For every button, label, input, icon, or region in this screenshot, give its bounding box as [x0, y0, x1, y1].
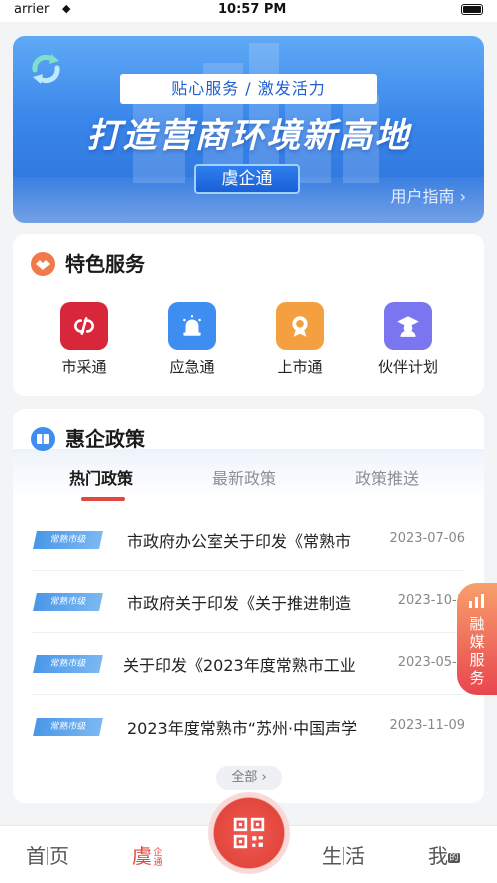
tab-hot-policy[interactable]: 热门政策	[69, 465, 133, 489]
tab-home-char: 页	[49, 844, 69, 868]
section-title: 特色服务	[65, 252, 145, 276]
battery-icon	[461, 4, 483, 15]
service-shangshitong[interactable]: 上市通	[255, 302, 345, 377]
refresh-logo-icon	[32, 54, 60, 84]
wifi-icon: ◆	[62, 2, 71, 15]
service-shicaitong[interactable]: 市采通	[39, 302, 129, 377]
service-label: 伙伴计划	[377, 358, 438, 376]
policy-date: 2023-11-09	[389, 718, 465, 733]
alarm-icon	[168, 302, 216, 350]
service-partner-plan[interactable]: 伙伴计划	[363, 302, 453, 377]
service-label: 应急通	[169, 358, 215, 376]
clock: 10:57 PM	[218, 2, 287, 17]
policy-tabs: 热门政策 最新政策 政策推送	[13, 465, 484, 505]
policy-row[interactable]: 常熟市级 市政府办公室关于印发《常熟市 2023-07-06	[31, 509, 465, 571]
level-badge: 常熟市级	[33, 718, 103, 736]
policy-row[interactable]: 常熟市级 关于印发《2023年度常熟市工业 2023-05-2	[31, 633, 465, 695]
policy-title: 市政府办公室关于印发《常熟市	[127, 532, 352, 551]
book-icon	[31, 427, 55, 451]
level-badge: 常熟市级	[33, 593, 103, 611]
level-badge: 常熟市级	[33, 655, 103, 673]
section-title: 惠企政策	[65, 427, 145, 451]
policy-title: 2023年度常熟市“苏州·中国声学	[127, 719, 358, 738]
banner-headline: 打造营商环境新高地	[86, 116, 411, 156]
tab-home[interactable]: 首页	[26, 840, 69, 869]
media-service-float-button[interactable]: 融媒服务	[457, 583, 497, 695]
carrier-label: arrier	[14, 2, 50, 17]
tab-yu-char: 虞	[132, 844, 152, 868]
service-label: 上市通	[277, 358, 323, 376]
tab-home-char: 首	[26, 844, 46, 868]
policy-date: 2023-05-2	[397, 655, 465, 670]
featured-services-card: 特色服务 市采通 应急通 上市通 伙伴计划	[13, 234, 484, 396]
bar-chart-icon	[469, 594, 484, 608]
policy-title: 关于印发《2023年度常熟市工业	[123, 656, 356, 675]
policy-card: 惠企政策 热门政策 最新政策 政策推送 常熟市级 市政府办公室关于印发《常熟市 …	[13, 409, 484, 803]
service-label: 市采通	[61, 358, 107, 376]
promo-banner[interactable]: 贴心服务 / 激发活力 打造营商环境新高地 虞企通 用户指南 ›	[13, 36, 484, 223]
tab-policy-push[interactable]: 政策推送	[355, 465, 419, 489]
view-all-button[interactable]: 全部 ›	[216, 766, 282, 790]
separator	[343, 847, 344, 865]
policy-row[interactable]: 常熟市级 市政府关于印发《关于推进制造 2023-10-1	[31, 571, 465, 633]
handshake-icon	[31, 252, 55, 276]
award-icon	[276, 302, 324, 350]
tab-life-char: 生	[322, 844, 342, 868]
banner-ribbon: 贴心服务 / 激发活力	[120, 74, 377, 104]
tab-life-char: 活	[345, 844, 365, 868]
tab-latest-policy[interactable]: 最新政策	[212, 465, 276, 489]
separator	[47, 847, 48, 865]
status-bar: arrier ◆ 10:57 PM	[0, 0, 497, 22]
qr-scan-button[interactable]	[208, 792, 290, 874]
tab-me-char: 我	[428, 844, 448, 868]
link-icon	[60, 302, 108, 350]
float-button-label: 融媒服务	[469, 615, 485, 687]
user-guide-link[interactable]: 用户指南 ›	[391, 183, 467, 207]
policy-row[interactable]: 常熟市级 2023年度常熟市“苏州·中国声学 2023-11-09	[31, 696, 465, 758]
graduate-icon	[384, 302, 432, 350]
tab-me-small: 的	[448, 852, 460, 863]
tab-life[interactable]: 生活	[322, 840, 365, 869]
policy-date: 2023-10-1	[397, 593, 465, 608]
policy-date: 2023-07-06	[389, 531, 465, 546]
service-yingjitong[interactable]: 应急通	[147, 302, 237, 377]
policy-title: 市政府关于印发《关于推进制造	[127, 594, 352, 613]
qr-code-icon	[233, 817, 265, 849]
tab-me[interactable]: 我的	[428, 840, 460, 869]
active-tab-indicator	[81, 497, 125, 501]
tab-yuqitong[interactable]: 虞企通	[132, 840, 164, 869]
tab-yu-small: 企通	[153, 847, 163, 868]
level-badge: 常熟市级	[33, 531, 103, 549]
banner-tag: 虞企通	[194, 164, 300, 194]
